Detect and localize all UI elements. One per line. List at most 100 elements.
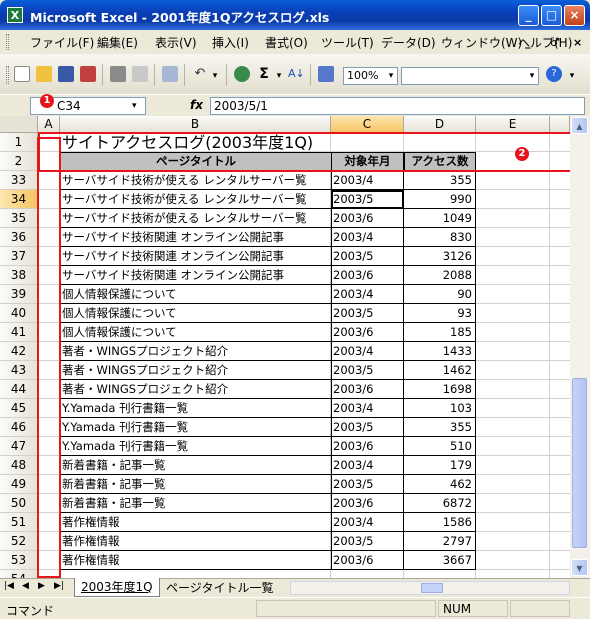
tab-next-icon[interactable]: ▶: [38, 581, 45, 591]
close-button[interactable]: ×: [564, 5, 585, 26]
page-title-cell[interactable]: Y.Yamada 刊行書籍一覧: [60, 418, 332, 437]
year-month-cell[interactable]: 2003/4: [331, 456, 404, 475]
menu-item[interactable]: ウィンドウ(W): [441, 34, 522, 51]
access-count-cell[interactable]: 355: [404, 418, 476, 437]
page-title-cell[interactable]: 著作権情報: [60, 513, 332, 532]
tab-last-icon[interactable]: ▶|: [54, 581, 64, 591]
page-title-cell[interactable]: 著者・WINGSプロジェクト紹介: [60, 380, 332, 399]
chart-wizard-icon[interactable]: [318, 66, 334, 82]
name-box-dropdown-icon[interactable]: ▾: [132, 101, 137, 111]
page-title-cell[interactable]: サーバサイド技術が使える レンタルサーバー覧: [60, 190, 332, 209]
doc-minimize-button[interactable]: _: [525, 36, 531, 49]
page-title-cell[interactable]: 個人情報保護について: [60, 323, 332, 342]
save-icon[interactable]: [58, 66, 74, 82]
row-header-49[interactable]: 49: [0, 475, 38, 494]
worksheet-grid[interactable]: A B C D E 1 2 33 34 35 36 37 38 39 40 41 42 43 44 45 46 47 48 4…: [0, 116, 570, 578]
style-combobox[interactable]: [401, 67, 539, 85]
page-title-cell[interactable]: 著者・WINGSプロジェクト紹介: [60, 361, 332, 380]
year-month-cell[interactable]: 2003/6: [331, 380, 404, 399]
row-header-46[interactable]: 46: [0, 418, 38, 437]
menu-item[interactable]: 挿入(I): [212, 34, 249, 51]
row-header-39[interactable]: 39: [0, 285, 38, 304]
tab-first-icon[interactable]: |◀: [4, 581, 14, 591]
access-count-cell[interactable]: 103: [404, 399, 476, 418]
autosum-icon[interactable]: Σ: [256, 66, 272, 82]
row-header-41[interactable]: 41: [0, 323, 38, 342]
page-title-cell[interactable]: 新着書籍・記事一覧: [60, 494, 332, 513]
active-cell[interactable]: 2003/5: [331, 190, 404, 209]
row-header-1[interactable]: 1: [0, 133, 38, 152]
sheet-tab-2[interactable]: ページタイトル一覧: [160, 579, 280, 597]
excel-app-icon[interactable]: X: [7, 7, 23, 23]
row-header-45[interactable]: 45: [0, 399, 38, 418]
toolbar-grip[interactable]: [6, 66, 9, 84]
menu-item[interactable]: ツール(T): [321, 34, 374, 51]
year-month-cell[interactable]: 2003/6: [331, 551, 404, 570]
column-header-d[interactable]: D: [404, 116, 476, 133]
sheet-tab-active[interactable]: 2003年度1Q: [74, 578, 160, 597]
menu-grip[interactable]: [6, 34, 9, 50]
menu-item[interactable]: ファイル(F): [30, 34, 94, 51]
row-header-35[interactable]: 35: [0, 209, 38, 228]
year-month-cell[interactable]: 2003/5: [331, 361, 404, 380]
access-count-cell[interactable]: 179: [404, 456, 476, 475]
access-count-cell[interactable]: 990: [404, 190, 476, 209]
column-header-c[interactable]: C: [331, 116, 404, 133]
year-month-cell[interactable]: 2003/4: [331, 399, 404, 418]
page-title-cell[interactable]: 著者・WINGSプロジェクト紹介: [60, 342, 332, 361]
row-header-47[interactable]: 47: [0, 437, 38, 456]
access-count-cell[interactable]: 6872: [404, 494, 476, 513]
row-header-2[interactable]: 2: [0, 152, 38, 171]
page-title-cell[interactable]: 新着書籍・記事一覧: [60, 475, 332, 494]
doc-close-button[interactable]: ×: [573, 36, 582, 49]
access-count-cell[interactable]: 3126: [404, 247, 476, 266]
page-title-cell[interactable]: 著作権情報: [60, 532, 332, 551]
row-header-44[interactable]: 44: [0, 380, 38, 399]
page-title-cell[interactable]: サーバサイド技術関連 オンライン公開記事: [60, 247, 332, 266]
row-header-37[interactable]: 37: [0, 247, 38, 266]
access-count-cell[interactable]: 1049: [404, 209, 476, 228]
access-count-cell[interactable]: 510: [404, 437, 476, 456]
help-dropdown-icon[interactable]: ▾: [565, 68, 579, 84]
menu-item[interactable]: データ(D): [381, 34, 436, 51]
column-header-e[interactable]: E: [476, 116, 550, 133]
row-header-52[interactable]: 52: [0, 532, 38, 551]
column-header-blank[interactable]: [550, 116, 570, 133]
undo-icon[interactable]: ↶: [192, 66, 208, 82]
year-month-cell[interactable]: 2003/4: [331, 513, 404, 532]
access-count-cell[interactable]: 185: [404, 323, 476, 342]
year-month-cell[interactable]: 2003/5: [331, 475, 404, 494]
row-header-51[interactable]: 51: [0, 513, 38, 532]
year-month-cell[interactable]: 2003/4: [331, 171, 404, 190]
page-title-cell[interactable]: サーバサイド技術が使える レンタルサーバー覧: [60, 209, 332, 228]
row-header-54[interactable]: 54: [0, 570, 38, 578]
autosum-dropdown-icon[interactable]: ▾: [272, 68, 286, 84]
new-icon[interactable]: [14, 66, 30, 82]
page-title-cell[interactable]: サーバサイド技術関連 オンライン公開記事: [60, 266, 332, 285]
row-header-34[interactable]: 34: [0, 190, 38, 209]
scroll-up-button[interactable]: ▲: [571, 117, 588, 134]
year-month-cell[interactable]: 2003/5: [331, 247, 404, 266]
vertical-scrollbar[interactable]: ▲ ▼: [570, 116, 590, 578]
open-icon[interactable]: [36, 66, 52, 82]
access-count-cell[interactable]: 2088: [404, 266, 476, 285]
page-title-cell[interactable]: Y.Yamada 刊行書籍一覧: [60, 399, 332, 418]
row-header-33[interactable]: 33: [0, 171, 38, 190]
page-title-cell[interactable]: サーバサイド技術が使える レンタルサーバー覧: [60, 171, 332, 190]
row-header-38[interactable]: 38: [0, 266, 38, 285]
menu-item[interactable]: 表示(V): [155, 34, 197, 51]
page-title-cell[interactable]: 個人情報保護について: [60, 304, 332, 323]
page-title-cell[interactable]: 個人情報保護について: [60, 285, 332, 304]
year-month-cell[interactable]: 2003/6: [331, 494, 404, 513]
insert-function-button[interactable]: fx: [190, 98, 203, 112]
select-all-corner[interactable]: [0, 116, 38, 133]
row-header-40[interactable]: 40: [0, 304, 38, 323]
formula-input[interactable]: 2003/5/1: [210, 97, 585, 115]
page-title-cell[interactable]: サーバサイド技術関連 オンライン公開記事: [60, 228, 332, 247]
year-month-cell[interactable]: 2003/5: [331, 304, 404, 323]
year-month-cell[interactable]: 2003/6: [331, 209, 404, 228]
access-count-cell[interactable]: 462: [404, 475, 476, 494]
year-month-cell[interactable]: 2003/6: [331, 323, 404, 342]
row-header-50[interactable]: 50: [0, 494, 38, 513]
tab-prev-icon[interactable]: ◀: [22, 581, 29, 591]
